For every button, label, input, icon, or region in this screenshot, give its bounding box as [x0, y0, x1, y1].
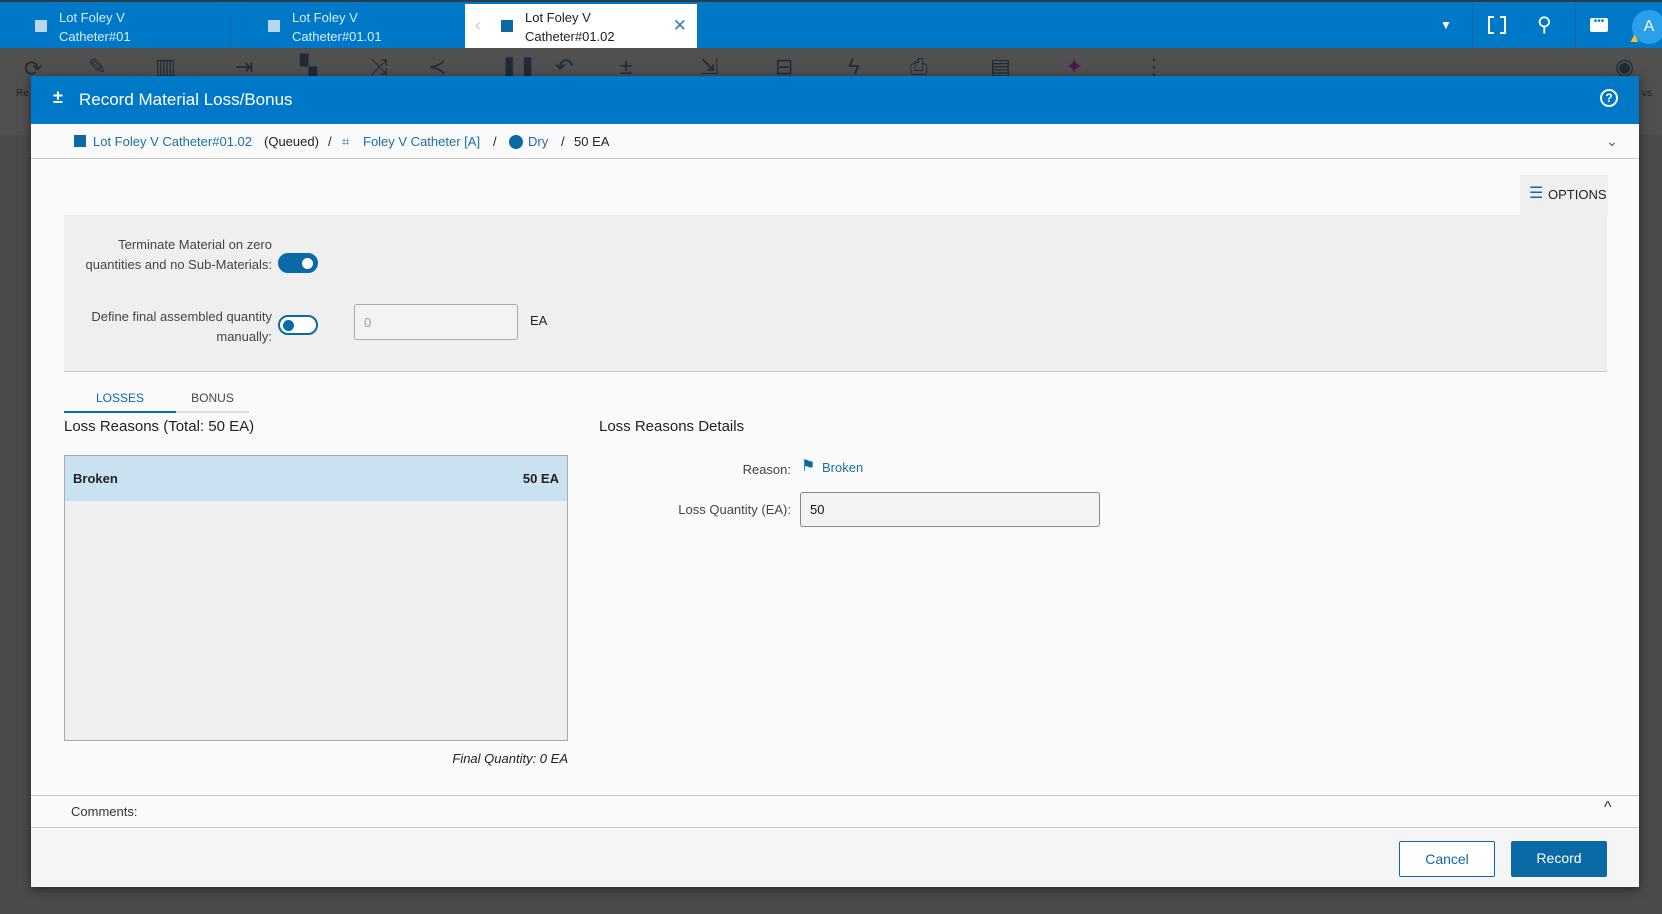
toggle-knob — [302, 258, 313, 269]
record-button[interactable]: Record — [1511, 841, 1607, 877]
sliders-icon: ☰ — [1529, 185, 1544, 202]
tab-subtitle: Catheter#01.01 — [292, 29, 382, 44]
reason-link[interactable]: Broken — [822, 460, 863, 475]
tab-bonus[interactable]: BONUS — [176, 385, 249, 413]
separator: / — [493, 134, 497, 149]
tabs-dropdown-icon[interactable]: ▼ — [1440, 18, 1452, 32]
material-icon — [35, 20, 47, 32]
chat-icon[interactable]: ••• — [1590, 17, 1608, 32]
final-quantity-input[interactable] — [354, 304, 518, 340]
comments-label: Comments: — [71, 804, 138, 819]
product-icon: ⌗ — [342, 134, 350, 149]
tab-subtitle: Catheter#01.02 — [525, 29, 615, 44]
tab-lot-01[interactable]: Lot Foley V Catheter#01 — [35, 4, 229, 50]
list-item[interactable]: Broken 50 EA — [65, 456, 567, 501]
divider — [1575, 2, 1576, 50]
define-quantity-label: Define final assembled quantity manually… — [91, 309, 272, 344]
material-icon — [74, 135, 86, 147]
tab-divider — [230, 12, 231, 46]
help-icon[interactable]: ? — [1600, 89, 1618, 107]
record-loss-bonus-dialog: ± Record Material Loss/Bonus ? Lot Foley… — [31, 76, 1639, 887]
tab-subtitle: Catheter#01 — [59, 29, 131, 44]
warning-icon: ▲ — [1628, 30, 1641, 45]
loss-reason-qty: 50 EA — [522, 471, 559, 486]
barcode-scan-icon[interactable] — [1488, 16, 1506, 34]
material-state: (Queued) — [264, 134, 319, 149]
flag-icon: ⚑ — [801, 458, 816, 475]
material-icon — [268, 20, 280, 32]
loss-reasons-title: Loss Reasons (Total: 50 EA) — [64, 418, 255, 435]
tab-lot-01-02[interactable]: ‹ Lot Foley V Catheter#01.02 ✕ — [465, 4, 697, 50]
cancel-button[interactable]: Cancel — [1399, 841, 1495, 877]
tab-title: Lot Foley V — [525, 10, 591, 25]
final-quantity: Final Quantity: 0 EA — [452, 751, 568, 766]
loss-quantity-input[interactable] — [800, 492, 1100, 527]
loss-quantity-label: Loss Quantity (EA): — [678, 502, 791, 517]
options-panel: Terminate Material on zero quantities an… — [64, 215, 1607, 372]
breadcrumb-product-link[interactable]: Foley V Catheter [A] — [363, 124, 480, 159]
dialog-footer: Cancel Record — [31, 828, 1639, 887]
details-title: Loss Reasons Details — [599, 418, 745, 435]
loss-bonus-icon: ± — [53, 87, 63, 107]
dialog-header: ± Record Material Loss/Bonus ? — [31, 76, 1639, 124]
search-icon[interactable]: ⚲ — [1537, 12, 1552, 37]
tab-lot-01-01[interactable]: Lot Foley V Catheter#01.01 — [268, 4, 462, 50]
loss-reasons-list: Broken 50 EA — [64, 455, 568, 741]
options-label: OPTIONS — [1548, 187, 1607, 202]
comments-section[interactable]: Comments: ^ — [31, 795, 1639, 828]
separator: / — [328, 134, 332, 149]
tab-title: Lot Foley V — [292, 10, 358, 25]
step-icon — [509, 135, 523, 149]
define-quantity-toggle[interactable] — [278, 315, 318, 335]
unit-label: EA — [530, 313, 548, 328]
tab-title: Lot Foley V — [59, 10, 125, 25]
toggle-knob — [283, 320, 294, 331]
reason-label: Reason: — [742, 462, 791, 477]
tab-losses[interactable]: LOSSES — [64, 385, 176, 413]
chevron-left-icon[interactable]: ‹ — [475, 16, 481, 35]
refresh-label: Re — [16, 88, 29, 99]
chevron-down-icon[interactable]: ⌄ — [1606, 124, 1618, 159]
divider — [1472, 2, 1473, 50]
breadcrumb-quantity: 50 EA — [574, 134, 610, 149]
options-button[interactable]: ☰ OPTIONS — [1520, 175, 1608, 215]
app-tab-bar: Lot Foley V Catheter#01 Lot Foley V Cath… — [0, 0, 1662, 50]
close-icon[interactable]: ✕ — [673, 16, 687, 35]
chevron-up-icon[interactable]: ^ — [1604, 799, 1612, 817]
terminate-toggle[interactable] — [278, 253, 318, 273]
breadcrumb: Lot Foley V Catheter#01.02 (Queued) / ⌗ … — [31, 124, 1639, 159]
separator: / — [561, 134, 565, 149]
dialog-title: Record Material Loss/Bonus — [79, 90, 293, 109]
loss-reason-name: Broken — [73, 471, 118, 486]
terminate-label: Terminate Material on zero quantities an… — [85, 237, 272, 272]
views-label: vs — [1642, 88, 1652, 99]
breadcrumb-material-link[interactable]: Lot Foley V Catheter#01.02 — [93, 124, 252, 159]
material-icon — [501, 20, 513, 32]
breadcrumb-step-link[interactable]: Dry — [528, 124, 548, 159]
